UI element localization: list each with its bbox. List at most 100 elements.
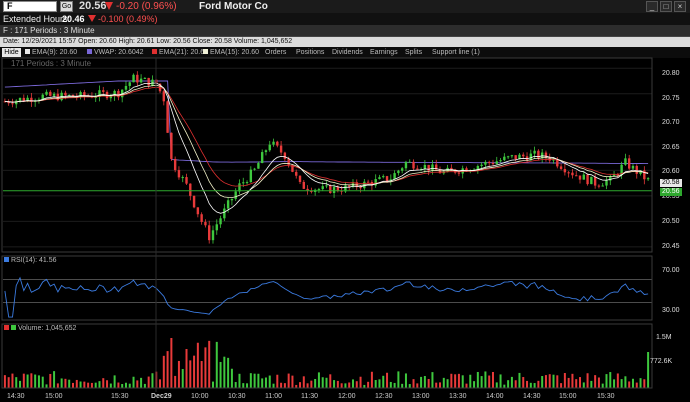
volume-bar: [351, 379, 354, 388]
candle-body: [491, 162, 495, 165]
candle-body: [506, 156, 510, 158]
time-tick: 11:00: [265, 393, 282, 400]
volume-bar: [68, 379, 71, 388]
volume-bar: [170, 338, 173, 388]
volume-bar: [401, 383, 404, 388]
volume-bar: [181, 369, 184, 388]
volume-bar: [544, 375, 547, 388]
candle-body: [533, 150, 536, 154]
candle-body: [382, 176, 385, 178]
candle-body: [635, 165, 638, 174]
candle-body: [196, 207, 200, 215]
volume-bar: [442, 377, 445, 388]
candle-body: [279, 145, 283, 153]
volume-bar: [159, 379, 162, 388]
volume-bar: [234, 382, 237, 388]
volume-bar: [272, 383, 275, 388]
volume-bar: [575, 379, 578, 388]
volume-bar: [117, 382, 120, 388]
time-tick: 12:30: [375, 393, 393, 400]
volume-bar: [246, 383, 249, 388]
candle-body: [332, 186, 336, 194]
volume-tick: 1.5M: [656, 334, 672, 341]
volume-bar: [647, 352, 650, 388]
candle-body: [253, 168, 256, 170]
volume-header: Volume: 1,045,652: [4, 324, 76, 333]
candle-body: [132, 74, 135, 83]
time-tick: 15:00: [559, 393, 577, 400]
price-tick: 20.75: [662, 95, 680, 102]
volume-bar: [567, 377, 570, 388]
candle-body: [147, 77, 150, 86]
candle-body: [499, 160, 502, 162]
candle-body: [586, 174, 589, 185]
volume-bar: [560, 383, 563, 388]
volume-bar: [480, 376, 483, 388]
candle-body: [624, 158, 627, 165]
candle-body: [646, 178, 650, 180]
volume-bar: [454, 374, 457, 388]
candle-body: [336, 186, 340, 191]
candle-body: [242, 182, 245, 184]
price-tick: 20.45: [662, 243, 680, 250]
volume-bar: [87, 382, 90, 388]
candle-body: [495, 161, 498, 165]
candle-body: [571, 172, 574, 176]
candle-body: [575, 175, 578, 177]
volume-bar: [136, 380, 139, 388]
candle-body: [11, 103, 14, 105]
volume-bar: [594, 375, 597, 388]
ema-9-line: [4, 82, 649, 214]
candle-body: [306, 188, 309, 191]
time-tick: 13:30: [449, 393, 467, 400]
ema-21-line: [4, 86, 649, 187]
candle-body: [177, 170, 181, 178]
volume-bar: [291, 375, 294, 388]
volume-bar: [219, 361, 222, 388]
time-tick: 10:00: [191, 393, 209, 400]
volume-bar: [147, 376, 150, 388]
volume-bar: [314, 378, 317, 388]
candle-body: [139, 78, 143, 83]
volume-bar: [215, 341, 218, 388]
volume-bar: [121, 384, 124, 388]
volume-bar: [348, 382, 351, 388]
volume-bar: [378, 379, 381, 388]
chart-canvas[interactable]: [0, 0, 690, 402]
candle-body: [18, 97, 22, 101]
candle-body: [128, 82, 131, 86]
candle-body: [268, 144, 271, 151]
candle-body: [385, 176, 389, 182]
candle-body: [170, 132, 173, 159]
volume-bar: [22, 373, 25, 388]
volume-bar: [60, 378, 63, 388]
volume-bar: [495, 382, 498, 388]
candle-body: [325, 185, 328, 187]
volume-bar: [211, 381, 214, 388]
volume-bar: [317, 372, 320, 388]
volume-bar: [370, 371, 373, 388]
periods-watermark: 171 Periods : 3 Minute: [11, 59, 92, 68]
volume-bar: [336, 380, 339, 388]
candle-body: [192, 195, 196, 208]
volume-bar: [238, 373, 241, 388]
time-tick: 14:30: [7, 393, 25, 400]
volume-bar: [71, 382, 74, 388]
volume-bar: [529, 382, 532, 388]
volume-bar: [310, 380, 313, 388]
candle-body: [514, 155, 517, 160]
volume-bar: [227, 357, 230, 388]
volume-bar: [329, 374, 332, 388]
time-tick: 15:30: [597, 393, 615, 400]
volume-bar: [257, 373, 260, 388]
candle-body: [181, 177, 184, 179]
pane-border: [1, 255, 653, 321]
volume-bar: [586, 373, 589, 388]
volume-bar: [264, 377, 267, 388]
volume-bar: [465, 383, 468, 388]
volume-bar: [340, 383, 343, 388]
candle-body: [484, 161, 487, 165]
volume-bar: [590, 380, 593, 388]
volume-bar: [563, 373, 566, 388]
candle-body: [257, 163, 260, 169]
